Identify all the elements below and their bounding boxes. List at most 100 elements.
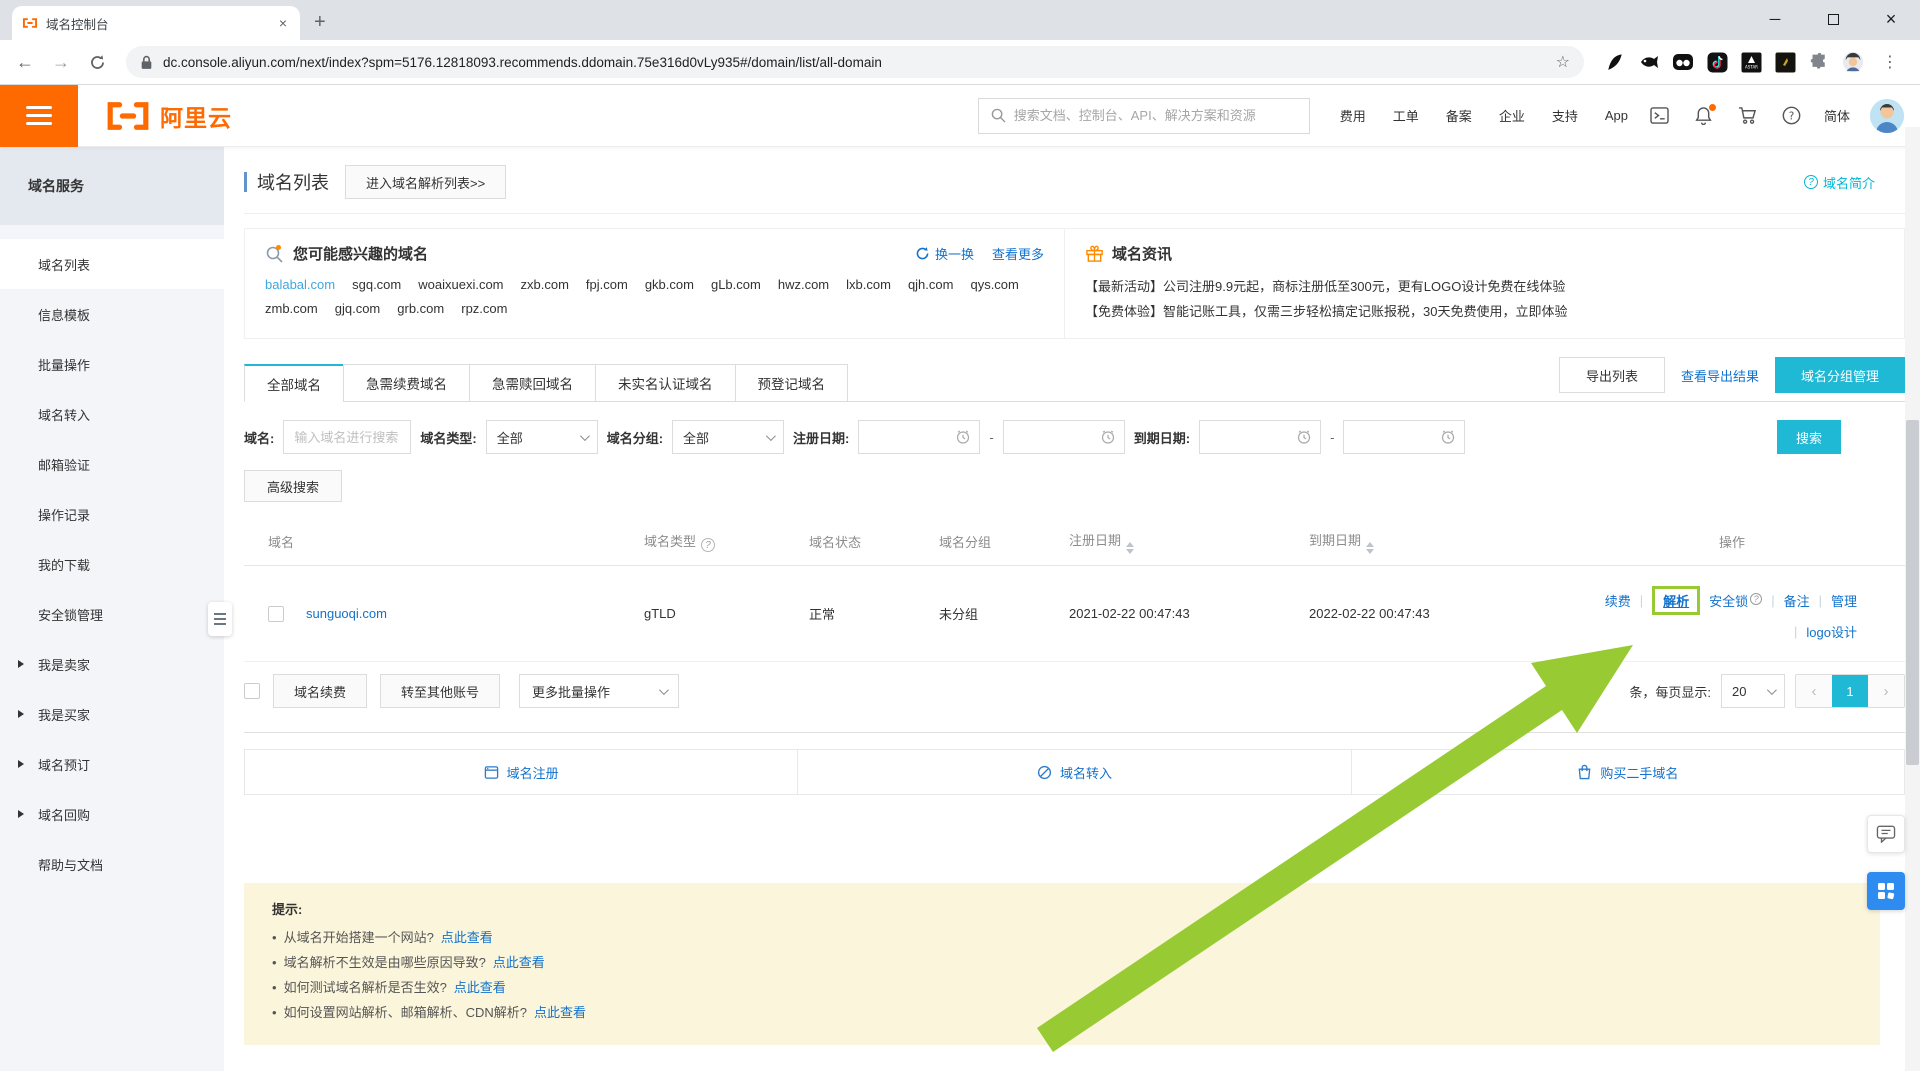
suggested-domain[interactable]: gkb.com — [645, 277, 694, 292]
next-page-button[interactable]: › — [1868, 675, 1904, 707]
sidebar-item-my-downloads[interactable]: 我的下载 — [0, 539, 224, 589]
page-size-select[interactable]: 20 — [1721, 674, 1785, 708]
feedback-float-button[interactable] — [1867, 815, 1905, 853]
browser-tab[interactable]: 域名控制台 × — [12, 6, 300, 40]
remark-link[interactable]: 备注 — [1784, 591, 1810, 610]
logo-design-link[interactable]: logo设计 — [1806, 622, 1857, 641]
expdate-start-input[interactable] — [1199, 420, 1321, 454]
forward-button[interactable]: → — [46, 47, 76, 77]
nav-support[interactable]: 支持 — [1552, 106, 1578, 125]
domain-type-select[interactable]: 全部 — [486, 420, 598, 454]
sidebar-item-help-docs[interactable]: 帮助与文档 — [0, 839, 224, 889]
astar-extension-icon[interactable]: ASTAR — [1740, 51, 1762, 73]
nav-app[interactable]: App — [1605, 108, 1628, 123]
console-search-input[interactable] — [1014, 108, 1297, 123]
see-more-link[interactable]: 查看更多 — [992, 244, 1044, 263]
sidebar-item-domain-buyback[interactable]: 域名回购 — [0, 789, 224, 839]
sidebar-item-domain-list[interactable]: 域名列表 — [0, 239, 224, 289]
advanced-search-button[interactable]: 高级搜索 — [244, 470, 342, 502]
suggested-domain[interactable]: rpz.com — [461, 301, 507, 316]
back-button[interactable]: ← — [10, 47, 40, 77]
search-button[interactable]: 搜索 — [1777, 420, 1841, 454]
sort-icon[interactable] — [1366, 542, 1374, 554]
renew-link[interactable]: 续费 — [1605, 591, 1631, 610]
suggested-domain[interactable]: zmb.com — [265, 301, 318, 316]
regdate-end-input[interactable] — [1003, 420, 1125, 454]
suggested-domain[interactable]: sgq.com — [352, 277, 401, 292]
regdate-start-input[interactable] — [858, 420, 980, 454]
security-lock-link[interactable]: 安全锁? — [1709, 591, 1762, 610]
batch-renew-button[interactable]: 域名续费 — [273, 674, 367, 708]
fish-extension-icon[interactable] — [1638, 51, 1660, 73]
url-bar[interactable]: dc.console.aliyun.com/next/index?spm=517… — [126, 46, 1584, 78]
domain-group-select[interactable]: 全部 — [672, 420, 784, 454]
suggested-domain[interactable]: woaixuexi.com — [418, 277, 503, 292]
new-tab-button[interactable]: + — [314, 12, 326, 32]
prev-page-button[interactable]: ‹ — [1796, 675, 1832, 707]
minimize-button[interactable]: ─ — [1746, 0, 1804, 38]
nav-billing[interactable]: 费用 — [1340, 106, 1366, 125]
close-tab-icon[interactable]: × — [276, 15, 290, 31]
row-checkbox[interactable] — [268, 606, 284, 622]
browser-menu-icon[interactable]: ⋮ — [1876, 52, 1904, 72]
suggested-domain[interactable]: grb.com — [397, 301, 444, 316]
dns-resolve-link[interactable]: 解析 — [1652, 586, 1700, 615]
goggles-extension-icon[interactable] — [1672, 51, 1694, 73]
domain-search-input[interactable] — [283, 420, 411, 454]
cloudshell-icon[interactable] — [1650, 106, 1670, 126]
tip-link[interactable]: 点此查看 — [454, 975, 506, 1000]
suggested-domain[interactable]: balabal.com — [265, 277, 335, 292]
nav-tickets[interactable]: 工单 — [1393, 106, 1419, 125]
current-page-button[interactable]: 1 — [1832, 675, 1868, 707]
suggested-domain[interactable]: gjq.com — [335, 301, 381, 316]
sort-icon[interactable] — [1126, 542, 1134, 554]
sidebar-item-batch-ops[interactable]: 批量操作 — [0, 339, 224, 389]
expdate-end-input[interactable] — [1343, 420, 1465, 454]
enter-dns-list-button[interactable]: 进入域名解析列表>> — [345, 165, 506, 199]
console-search-box[interactable] — [978, 98, 1310, 134]
maximize-button[interactable] — [1804, 0, 1862, 38]
sidebar-item-domain-transfer-in[interactable]: 域名转入 — [0, 389, 224, 439]
suggested-domain[interactable]: qjh.com — [908, 277, 954, 292]
domain-register-link[interactable]: 域名注册 — [245, 750, 797, 794]
sidebar-collapse-handle[interactable] — [208, 602, 232, 636]
suggested-domain[interactable]: hwz.com — [778, 277, 829, 292]
tab-all-domains[interactable]: 全部域名 — [244, 364, 344, 402]
transfer-account-button[interactable]: 转至其他账号 — [380, 674, 500, 708]
close-window-button[interactable]: × — [1862, 0, 1920, 38]
reload-button[interactable] — [82, 47, 112, 77]
puzzle-extensions-icon[interactable] — [1808, 51, 1830, 73]
profile-avatar-icon[interactable] — [1842, 51, 1864, 73]
domain-group-manage-button[interactable]: 域名分组管理 — [1775, 357, 1905, 393]
suggested-domain[interactable]: qys.com — [970, 277, 1018, 292]
suggested-domain[interactable]: fpj.com — [586, 277, 628, 292]
info-icon[interactable]: ? — [701, 538, 715, 552]
user-avatar[interactable] — [1870, 99, 1904, 133]
nav-icp[interactable]: 备案 — [1446, 106, 1472, 125]
domain-transfer-in-link[interactable]: 域名转入 — [797, 750, 1350, 794]
buy-secondhand-domain-link[interactable]: 购买二手域名 — [1351, 750, 1904, 794]
view-export-result-link[interactable]: 查看导出结果 — [1681, 366, 1759, 385]
tiktok-extension-icon[interactable] — [1706, 51, 1728, 73]
cart-icon[interactable] — [1738, 106, 1758, 126]
scrollbar-thumb[interactable] — [1906, 420, 1919, 765]
tab-renew-urgent[interactable]: 急需续费域名 — [343, 364, 470, 402]
suggested-domain[interactable]: gLb.com — [711, 277, 761, 292]
suggested-domain[interactable]: lxb.com — [846, 277, 891, 292]
dark-gold-extension-icon[interactable] — [1774, 51, 1796, 73]
tab-redeem-urgent[interactable]: 急需赎回域名 — [469, 364, 596, 402]
tip-link[interactable]: 点此查看 — [534, 1000, 586, 1025]
shuffle-link[interactable]: 换一换 — [915, 244, 974, 263]
manage-link[interactable]: 管理 — [1831, 591, 1857, 610]
sidebar-item-operation-log[interactable]: 操作记录 — [0, 489, 224, 539]
bookmark-star-icon[interactable]: ☆ — [1556, 52, 1570, 72]
notifications-bell-icon[interactable] — [1694, 106, 1714, 126]
tip-link[interactable]: 点此查看 — [493, 950, 545, 975]
tab-preregistered[interactable]: 预登记域名 — [735, 364, 849, 402]
aliyun-logo[interactable]: 阿里云 — [104, 99, 232, 133]
tab-unverified[interactable]: 未实名认证域名 — [595, 364, 736, 402]
domain-intro-link[interactable]: ? 域名简介 — [1804, 173, 1875, 192]
language-switch[interactable]: 简体 — [1824, 106, 1850, 125]
sidebar-item-domain-preorder[interactable]: 域名预订 — [0, 739, 224, 789]
sidebar-item-security-lock[interactable]: 安全锁管理 — [0, 589, 224, 639]
